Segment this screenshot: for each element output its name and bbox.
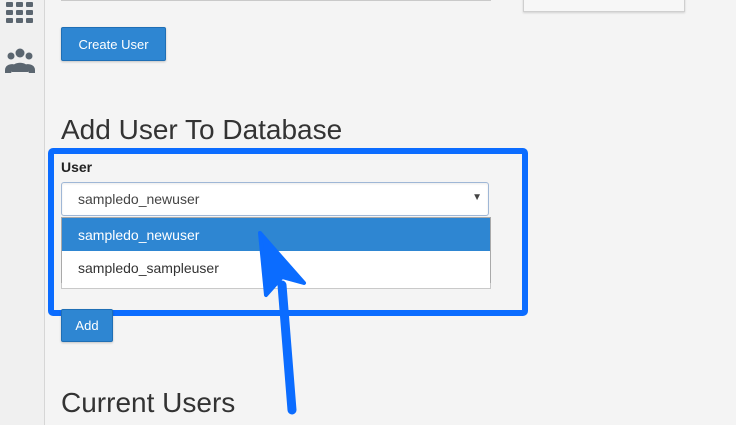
password-generator-panel[interactable] bbox=[523, 0, 685, 12]
create-user-button[interactable]: Create User bbox=[61, 27, 166, 61]
add-user-heading: Add User To Database bbox=[61, 114, 343, 145]
main-content: Create User Add User To Database User sa… bbox=[46, 0, 736, 425]
pointer-arrow-icon bbox=[258, 231, 306, 415]
add-button[interactable]: Add bbox=[61, 309, 113, 342]
password-field-edge[interactable] bbox=[61, 0, 491, 1]
users-icon[interactable] bbox=[4, 46, 36, 76]
left-sidebar bbox=[0, 0, 45, 425]
grid-icon[interactable] bbox=[4, 0, 36, 30]
current-users-heading: Current Users bbox=[61, 387, 236, 418]
